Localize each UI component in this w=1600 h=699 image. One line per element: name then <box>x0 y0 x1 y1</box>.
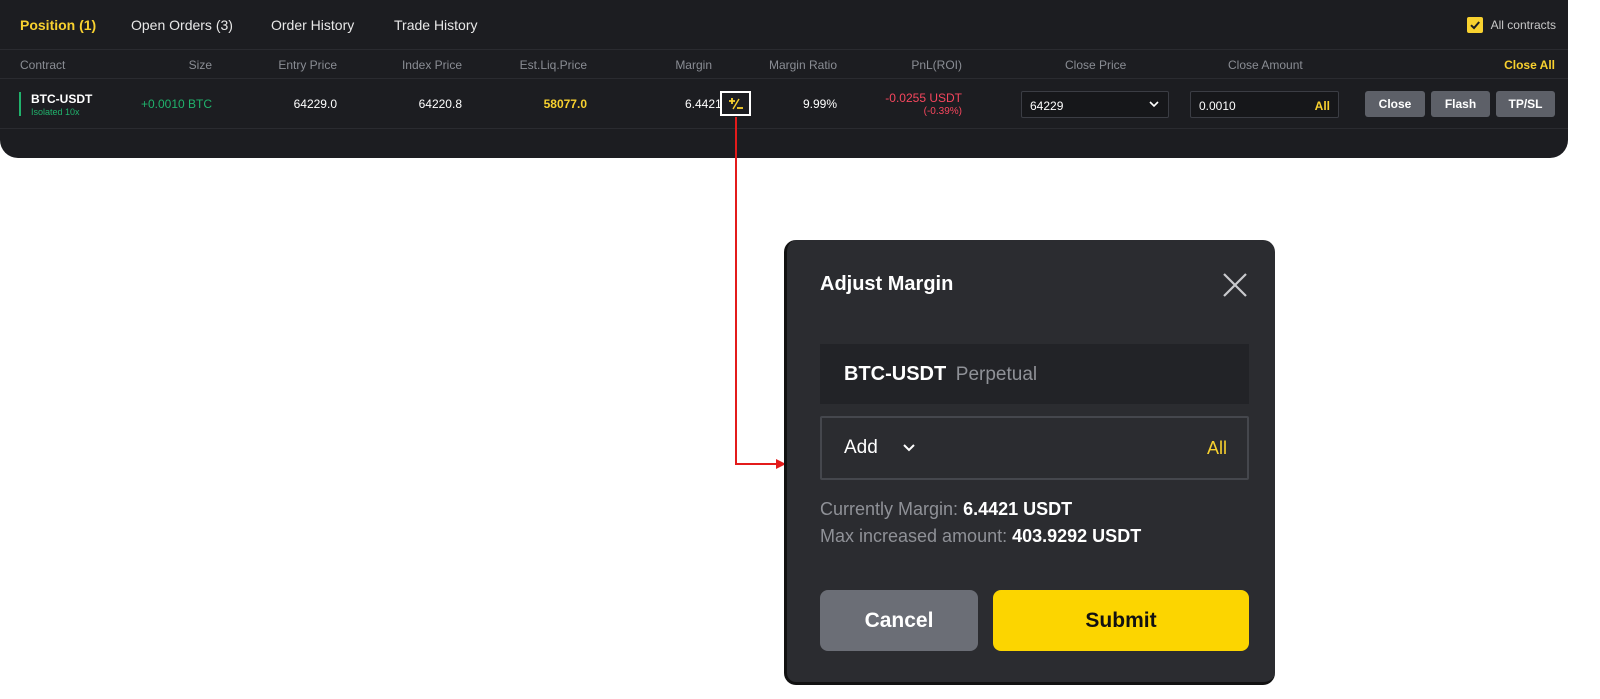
current-margin-label: Currently Margin: <box>820 499 959 519</box>
adjust-margin-button[interactable] <box>720 91 751 116</box>
max-increase-label: Max increased amount: <box>820 526 1008 546</box>
adjust-margin-dialog: Adjust Margin BTC-USDT Perpetual Add All… <box>784 240 1275 685</box>
pnl-value: -0.0255 USDT <box>885 91 962 105</box>
action-select[interactable]: Add <box>844 437 916 459</box>
tab-bar: Position (1) Open Orders (3) Order Histo… <box>0 0 1568 50</box>
close-amount-value: 0.0010 <box>1199 99 1236 113</box>
margin-ratio: 9.99% <box>802 97 837 111</box>
current-margin-info: Currently Margin: 6.4421 USDT <box>820 499 1072 520</box>
max-increase-value: 403.9292 USDT <box>1012 526 1142 546</box>
tab-position[interactable]: Position (1) <box>20 17 96 33</box>
cancel-button[interactable]: Cancel <box>820 590 978 651</box>
close-amount-input[interactable]: 0.0010 All <box>1190 91 1339 118</box>
leverage-label: Isolated 10x <box>31 107 80 117</box>
index-price: 64220.8 <box>418 97 462 111</box>
col-size: Size <box>188 58 212 72</box>
contract-pair-box: BTC-USDT Perpetual <box>820 344 1249 404</box>
roi-value: (-0.39%) <box>923 106 962 117</box>
max-increase-info: Max increased amount: 403.9292 USDT <box>820 526 1141 547</box>
close-all-button[interactable]: Close All <box>1504 58 1555 72</box>
col-index-price: Index Price <box>401 58 462 72</box>
current-margin-value: 6.4421 USDT <box>963 499 1073 519</box>
tpsl-button[interactable]: TP/SL <box>1496 91 1555 117</box>
flash-close-button[interactable]: Flash <box>1431 91 1490 117</box>
close-price-value: 64229 <box>1030 99 1064 113</box>
close-position-button[interactable]: Close <box>1365 91 1425 117</box>
all-contracts-label: All contracts <box>1490 18 1556 32</box>
col-pnl: PnL(ROI) <box>911 58 962 72</box>
tab-order-history[interactable]: Order History <box>271 17 354 33</box>
close-price-select[interactable]: 64229 <box>1021 91 1169 118</box>
tab-open-orders[interactable]: Open Orders (3) <box>131 17 233 33</box>
table-header: Contract Size Entry Price Index Price Es… <box>0 50 1568 79</box>
col-close-price: Close Price <box>1065 58 1127 72</box>
submit-button[interactable]: Submit <box>993 590 1249 651</box>
plus-minus-icon <box>728 97 743 109</box>
margin-value: 6.4421 <box>685 97 722 111</box>
tab-trade-history[interactable]: Trade History <box>394 17 478 33</box>
col-contract: Contract <box>20 58 66 72</box>
est-liq-price: 58077.0 <box>543 97 587 111</box>
col-close-amount: Close Amount <box>1228 58 1303 72</box>
contract-symbol: BTC-USDT <box>31 92 93 106</box>
chevron-down-icon <box>903 444 915 452</box>
col-entry-price: Entry Price <box>278 58 337 72</box>
position-size: +0.0010 BTC <box>140 97 212 111</box>
margin-amount-field[interactable]: Add All <box>820 416 1249 480</box>
pair-symbol: BTC-USDT <box>844 363 947 385</box>
all-contracts-toggle[interactable]: All contracts <box>1466 17 1556 33</box>
action-value: Add <box>844 437 878 458</box>
entry-price: 64229.0 <box>293 97 337 111</box>
chevron-down-icon <box>1149 101 1159 108</box>
col-margin: Margin <box>675 58 712 72</box>
checkbox-checked-icon[interactable] <box>1466 17 1483 33</box>
pair-type: Perpetual <box>955 364 1038 385</box>
max-all-button[interactable]: All <box>1207 438 1227 459</box>
col-est-liq-price: Est.Liq.Price <box>519 58 587 72</box>
close-amount-all-button[interactable]: All <box>1315 99 1330 113</box>
table-row: BTC-USDT Isolated 10x +0.0010 BTC 64229.… <box>0 79 1568 129</box>
long-indicator <box>19 92 21 116</box>
positions-panel: Position (1) Open Orders (3) Order Histo… <box>0 0 1568 158</box>
dialog-title: Adjust Margin <box>820 273 954 295</box>
close-icon[interactable] <box>1221 271 1249 299</box>
col-margin-ratio: Margin Ratio <box>768 58 837 72</box>
